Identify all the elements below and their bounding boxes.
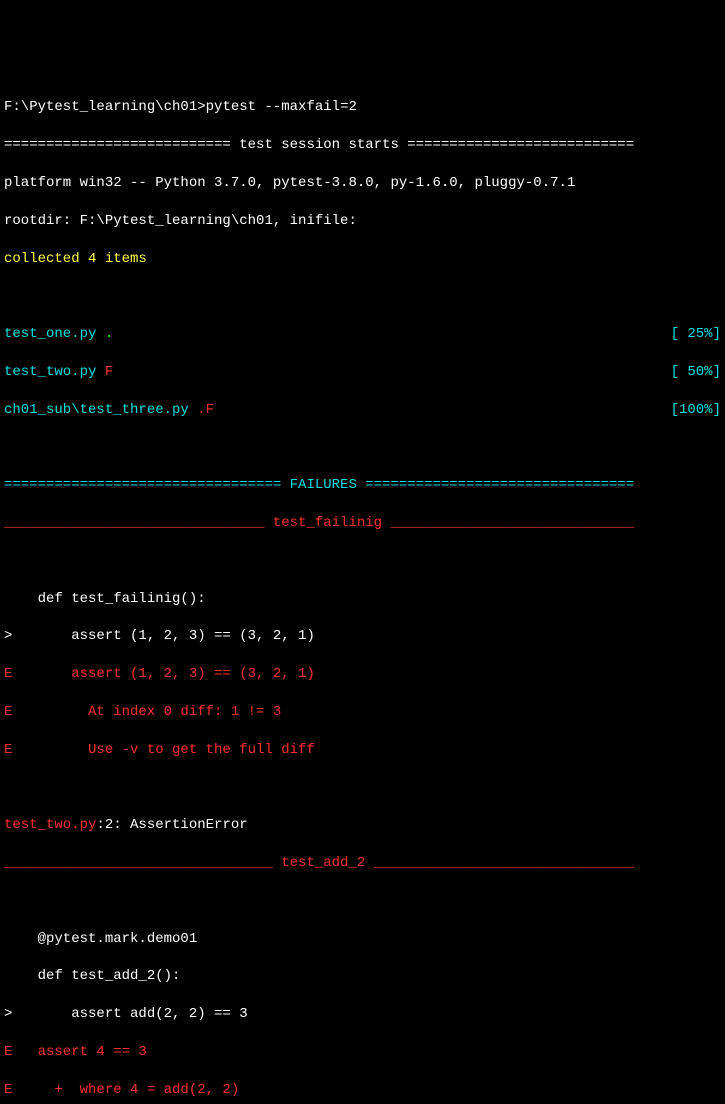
error-line: E At index 0 diff: 1 != 3 (4, 703, 721, 722)
collected-line: collected 4 items (4, 250, 721, 269)
failure-title: ________________________________ test_ad… (4, 854, 721, 873)
failure-location: test_two.py:2: AssertionError (4, 816, 721, 835)
code-line: def test_failinig(): (4, 590, 721, 609)
prompt-path: F:\Pytest_learning\ch01> (4, 99, 206, 115)
result-marks: . (96, 326, 113, 342)
result-file: ch01_sub\test_three.py (4, 402, 189, 418)
error-line: E assert (1, 2, 3) == (3, 2, 1) (4, 665, 721, 684)
platform-line: platform win32 -- Python 3.7.0, pytest-3… (4, 174, 721, 193)
code-line: @pytest.mark.demo01 (4, 930, 721, 949)
code-line: > assert add(2, 2) == 3 (4, 1005, 721, 1024)
result-marks: .F (189, 402, 214, 418)
code-line: def test_add_2(): (4, 967, 721, 986)
blank-line (4, 779, 721, 798)
failures-rule: ================================= FAILUR… (4, 476, 721, 495)
result-row: test_two.py F [ 50%] (4, 363, 721, 382)
error-line: E Use -v to get the full diff (4, 741, 721, 760)
result-marks: F (96, 364, 113, 380)
blank-line (4, 287, 721, 306)
session-start-rule: =========================== test session… (4, 136, 721, 155)
result-pct: [100%] (671, 401, 721, 420)
result-pct: [ 25%] (671, 325, 721, 344)
code-line: > assert (1, 2, 3) == (3, 2, 1) (4, 627, 721, 646)
blank-line (4, 892, 721, 911)
terminal-output: F:\Pytest_learning\ch01>pytest --maxfail… (4, 80, 721, 1104)
error-line: E + where 4 = add(2, 2) (4, 1081, 721, 1100)
result-row: test_one.py . [ 25%] (4, 325, 721, 344)
result-file: test_two.py (4, 364, 96, 380)
command-text: pytest --maxfail=2 (206, 99, 357, 115)
blank-line (4, 438, 721, 457)
blank-line (4, 552, 721, 571)
rootdir-line: rootdir: F:\Pytest_learning\ch01, inifil… (4, 212, 721, 231)
location-rest: :2: AssertionError (96, 817, 247, 833)
result-pct: [ 50%] (671, 363, 721, 382)
location-file: test_two.py (4, 817, 96, 833)
failure-title: _______________________________ test_fai… (4, 514, 721, 533)
prompt-line[interactable]: F:\Pytest_learning\ch01>pytest --maxfail… (4, 98, 721, 117)
error-line: E assert 4 == 3 (4, 1043, 721, 1062)
result-file: test_one.py (4, 326, 96, 342)
result-row: ch01_sub\test_three.py .F [100%] (4, 401, 721, 420)
